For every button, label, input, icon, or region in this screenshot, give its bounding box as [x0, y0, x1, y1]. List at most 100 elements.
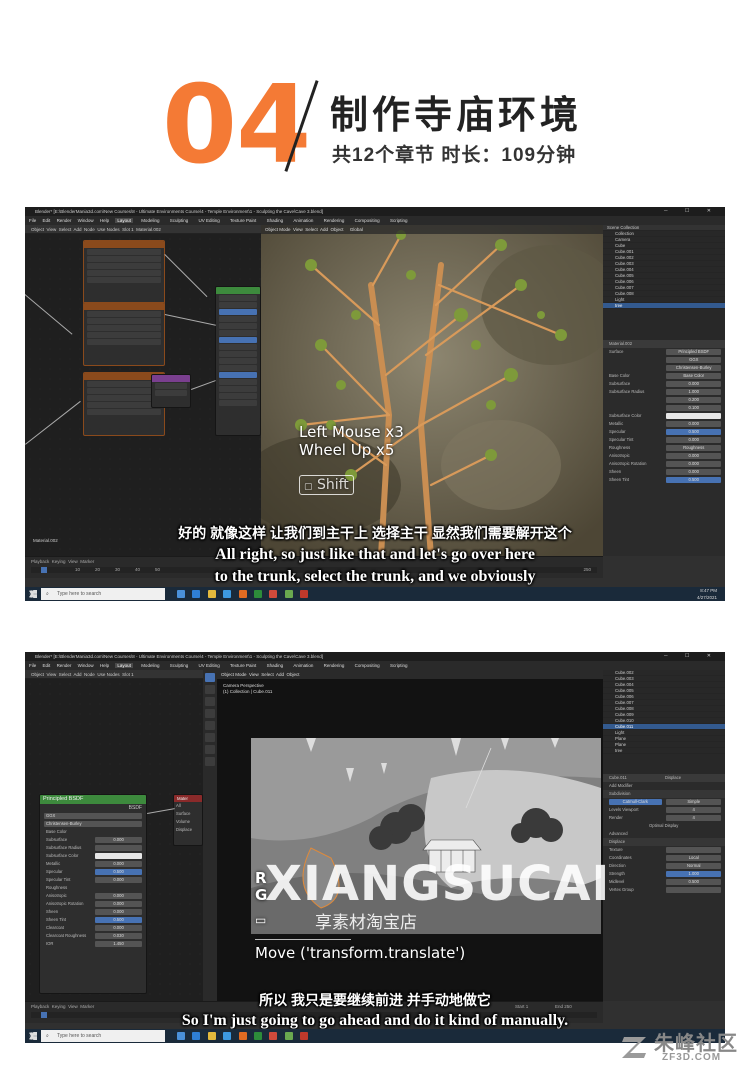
modifier-prop[interactable]: Vertex Group [603, 886, 725, 894]
tab-rendering[interactable]: Rendering [322, 218, 347, 223]
windows-start-icon[interactable] [29, 1032, 37, 1040]
prop-row[interactable]: Anisotropic 0.000 [603, 452, 725, 460]
mode-select[interactable]: Object Mode [221, 672, 247, 677]
bsdf-prop[interactable]: Specular Tint 0.000 [40, 876, 146, 884]
windows-start-icon[interactable] [29, 590, 37, 598]
tab-modeling[interactable]: Modeling [139, 663, 161, 668]
bsdf-prop[interactable]: Metallic 0.000 [40, 860, 146, 868]
modifier-prop[interactable]: Midlevel 0.500 [603, 878, 725, 886]
tab-layout[interactable]: Layout [115, 663, 133, 668]
use-nodes-checkbox[interactable]: Use Nodes [97, 672, 119, 677]
modifier-prop[interactable]: Advanced [603, 830, 725, 838]
modifier-panel[interactable]: Displace [603, 838, 725, 846]
bsdf-prop[interactable]: Roughness [40, 884, 146, 892]
menu-help[interactable]: Help [100, 663, 109, 668]
taskbar-search[interactable]: ⌕ Type here to search [41, 1030, 165, 1042]
viewport-menu-object[interactable]: Object [331, 227, 344, 232]
modifier-prop[interactable]: Optimal Display [603, 822, 725, 830]
bsdf-prop[interactable]: IOR 1.450 [40, 940, 146, 948]
modifier-panel[interactable]: Subdivision [603, 790, 725, 798]
outliner-item[interactable]: tree [603, 303, 725, 309]
prop-row[interactable]: Specular 0.500 [603, 428, 725, 436]
transform-orientation[interactable]: Global [350, 227, 363, 232]
tab-uv-editing[interactable]: UV Editing [197, 218, 222, 223]
tab-compositing[interactable]: Compositing [353, 218, 382, 223]
transform-tool-icon[interactable] [205, 733, 215, 742]
prop-row[interactable]: Anisotropic Rotation 0.000 [603, 460, 725, 468]
app-icon[interactable] [300, 1032, 309, 1040]
modifier-prop[interactable]: Catmull-Clark Simple [603, 798, 725, 806]
bsdf-prop[interactable]: Anisotropic Rotation 0.000 [40, 900, 146, 908]
node-mode-select[interactable]: Object [31, 227, 44, 232]
tab-shading[interactable]: Shading [265, 663, 286, 668]
bsdf-prop[interactable]: Subsurface Color [40, 852, 146, 860]
menu-file[interactable]: File [29, 218, 36, 223]
prop-row[interactable]: Base Color Base Color [603, 372, 725, 380]
node-menu-add[interactable]: Add [74, 227, 82, 232]
prop-row[interactable]: Sheen Tint 0.500 [603, 476, 725, 484]
rotate-tool-icon[interactable] [205, 709, 215, 718]
node-menu-node[interactable]: Node [84, 672, 95, 677]
tab-scripting[interactable]: Scripting [388, 218, 410, 223]
blender-icon[interactable] [238, 590, 247, 598]
measure-tool-icon[interactable] [205, 757, 215, 766]
chrome-icon[interactable] [269, 590, 278, 598]
annotate-tool-icon[interactable] [205, 745, 215, 754]
bsdf-output-socket[interactable]: BSDF [40, 804, 146, 812]
bsdf-prop[interactable]: Christensen-Burley [40, 820, 146, 828]
menu-edit[interactable]: Edit [43, 663, 51, 668]
cursor-tool-icon[interactable] [205, 685, 215, 694]
prop-row[interactable]: Metallic 0.000 [603, 420, 725, 428]
bsdf-prop[interactable]: Clearcoat Roughness 0.030 [40, 932, 146, 940]
modifier-prop[interactable]: Render 4 [603, 814, 725, 822]
app-icon[interactable] [284, 590, 293, 598]
viewport-menu-add[interactable]: Add [276, 672, 284, 677]
app-icon[interactable] [253, 590, 262, 598]
normal-map-node[interactable] [151, 374, 191, 408]
object-header[interactable]: Cube.011 Displace [603, 774, 725, 782]
store-icon[interactable] [223, 1032, 232, 1040]
bsdf-prop[interactable]: Sheen Tint 0.500 [40, 916, 146, 924]
app-icon[interactable] [300, 590, 309, 598]
modifier-prop[interactable]: Direction Normal [603, 862, 725, 870]
tab-uv-editing[interactable]: UV Editing [197, 663, 222, 668]
prop-row[interactable]: Subsurface Color [603, 412, 725, 420]
principled-bsdf-node[interactable] [215, 286, 261, 436]
bsdf-prop[interactable]: Subsurface 0.000 [40, 836, 146, 844]
tab-rendering[interactable]: Rendering [322, 663, 347, 668]
blender-icon[interactable] [238, 1032, 247, 1040]
edge-icon[interactable] [192, 1032, 201, 1040]
modifier-prop[interactable]: Coordinates Local [603, 854, 725, 862]
node-menu-select[interactable]: Select [59, 227, 72, 232]
bsdf-prop[interactable]: Base Color [40, 828, 146, 836]
system-clock[interactable]: 8:47 PM 4/27/2021 [697, 587, 717, 601]
tab-shading[interactable]: Shading [265, 218, 286, 223]
bsdf-prop[interactable]: Clearcoat 0.000 [40, 924, 146, 932]
bsdf-prop[interactable]: GGX [40, 812, 146, 820]
menu-help[interactable]: Help [100, 218, 109, 223]
3d-viewport[interactable]: Object Mode View Select Add Object Globa… [261, 225, 603, 556]
slot-select[interactable]: Slot 1 [122, 672, 134, 677]
taskbar-search[interactable]: ⌕ Type here to search [41, 588, 165, 600]
select-tool-icon[interactable] [205, 673, 215, 682]
modifier-prop[interactable]: Levels Viewport 4 [603, 806, 725, 814]
add-modifier-button[interactable]: Add Modifier [603, 782, 725, 790]
viewport-menu-add[interactable]: Add [320, 227, 328, 232]
prop-row[interactable]: Roughness Roughness [603, 444, 725, 452]
node-mode-select[interactable]: Object [31, 672, 44, 677]
slot-select[interactable]: Slot 1 [122, 227, 134, 232]
image-texture-node[interactable] [83, 302, 165, 366]
node-editor-canvas[interactable]: Principled BSDF BSDF GGX Christensen-Bur… [25, 679, 203, 1001]
tab-modeling[interactable]: Modeling [139, 218, 161, 223]
task-view-icon[interactable] [177, 590, 185, 598]
use-nodes-checkbox[interactable]: Use Nodes [97, 227, 119, 232]
node-menu-select[interactable]: Select [59, 672, 72, 677]
viewport-menu-object[interactable]: Object [287, 672, 300, 677]
prop-row[interactable]: GGX [603, 356, 725, 364]
chrome-icon[interactable] [269, 1032, 278, 1040]
mode-select[interactable]: Object Mode [265, 227, 291, 232]
menu-edit[interactable]: Edit [43, 218, 51, 223]
tab-texture-paint[interactable]: Texture Paint [228, 663, 258, 668]
node-menu-add[interactable]: Add [74, 672, 82, 677]
bsdf-prop[interactable]: Sheen 0.000 [40, 908, 146, 916]
